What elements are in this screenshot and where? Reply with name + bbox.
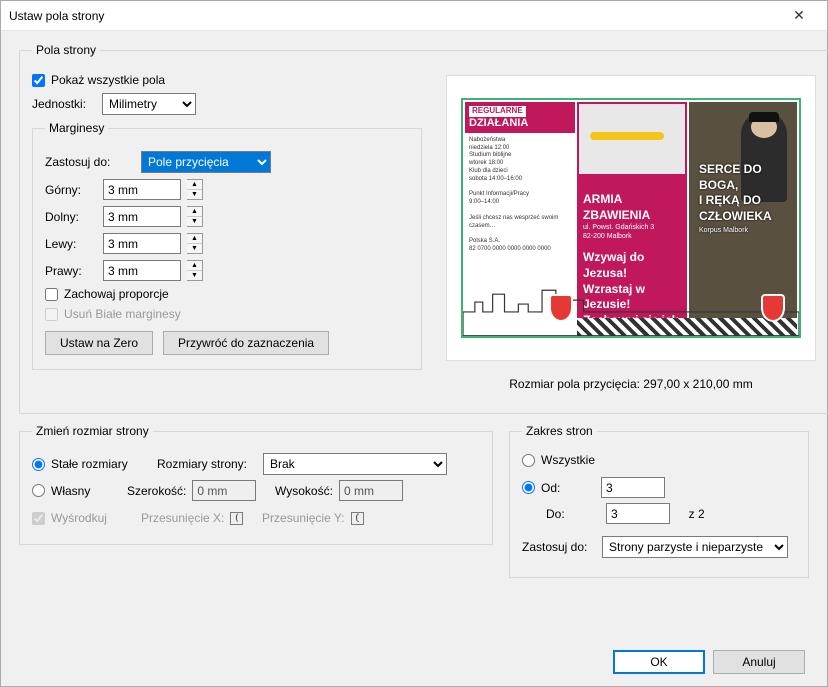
- center-label: Wyśrodkuj: [51, 511, 135, 525]
- margin-top-input[interactable]: [103, 179, 181, 200]
- margin-bottom-input[interactable]: [103, 206, 181, 227]
- margins-group: Marginesy Zastosuj do: Pole przycięcia G…: [32, 121, 422, 370]
- center-checkbox: [32, 512, 45, 525]
- page-fields-legend: Pola strony: [32, 43, 100, 57]
- margins-legend: Marginesy: [45, 121, 108, 135]
- page-fields-group: Pola strony Pokaż wszystkie pola Jednost…: [19, 43, 828, 414]
- close-icon[interactable]: ✕: [779, 7, 819, 24]
- keep-proportions-label: Zachowaj proporcje: [64, 287, 169, 301]
- custom-size-radio[interactable]: [32, 484, 45, 497]
- preview-castle: [463, 282, 799, 336]
- keep-proportions-checkbox[interactable]: [45, 288, 58, 301]
- remove-white-row: Usuń Białe marginesy: [45, 307, 409, 321]
- cancel-button[interactable]: Anuluj: [713, 650, 805, 674]
- margin-left-spinner[interactable]: ▲▼: [187, 233, 203, 254]
- width-label: Szerokość:: [127, 484, 186, 498]
- units-select[interactable]: Milimetry: [102, 93, 196, 115]
- fixed-size-label: Stałe rozmiary: [51, 457, 151, 471]
- range-to-input[interactable]: [606, 503, 670, 524]
- page-range-legend: Zakres stron: [522, 424, 597, 438]
- height-input: [339, 480, 403, 501]
- dialog-window: Ustaw pola strony ✕ Pola strony Pokaż ws…: [0, 0, 828, 687]
- keep-proportions-row: Zachowaj proporcje: [45, 287, 409, 301]
- margin-left-input[interactable]: [103, 233, 181, 254]
- offset-y-label: Przesunięcie Y:: [262, 511, 345, 525]
- margin-bottom-label: Dolny:: [45, 210, 97, 224]
- window-title: Ustaw pola strony: [9, 9, 779, 23]
- custom-size-label: Własny: [51, 484, 121, 498]
- page-preview: REGULARNE DZIAŁANIA Nabożeństwaniedziela…: [446, 75, 816, 361]
- preview-map: [579, 104, 685, 174]
- range-to-label: Do:: [546, 507, 600, 521]
- margin-bottom-spinner[interactable]: ▲▼: [187, 206, 203, 227]
- margin-right-spinner[interactable]: ▲▼: [187, 260, 203, 281]
- apply-to-label: Zastosuj do:: [45, 155, 135, 169]
- range-all-radio[interactable]: [522, 454, 535, 467]
- range-from-input[interactable]: [601, 477, 665, 498]
- offset-x-label: Przesunięcie X:: [141, 511, 224, 525]
- range-from-label: Od:: [541, 481, 595, 495]
- remove-white-checkbox: [45, 308, 58, 321]
- restore-selection-button[interactable]: Przywróć do zaznaczenia: [163, 331, 329, 355]
- preview-caption: Rozmiar pola przycięcia: 297,00 x 210,00…: [446, 377, 816, 391]
- margin-top-label: Górny:: [45, 183, 97, 197]
- set-zero-button[interactable]: Ustaw na Zero: [45, 331, 153, 355]
- shield-icon: [549, 294, 573, 322]
- margin-right-label: Prawy:: [45, 264, 97, 278]
- range-apply-label: Zastosuj do:: [522, 540, 596, 554]
- resize-group: Zmień rozmiar strony Stałe rozmiary Rozm…: [19, 424, 493, 545]
- margin-right-input[interactable]: [103, 260, 181, 281]
- range-all-label: Wszystkie: [541, 453, 595, 467]
- margin-left-label: Lewy:: [45, 237, 97, 251]
- range-total-label: z 2: [689, 507, 705, 521]
- resize-legend: Zmień rozmiar strony: [32, 424, 153, 438]
- units-label: Jednostki:: [32, 97, 96, 111]
- apply-to-select[interactable]: Pole przycięcia: [141, 151, 271, 173]
- show-all-fields-label: Pokaż wszystkie pola: [51, 73, 165, 87]
- show-all-fields-checkbox-row: Pokaż wszystkie pola: [32, 73, 422, 87]
- page-sizes-select[interactable]: Brak: [263, 453, 447, 475]
- remove-white-label: Usuń Białe marginesy: [64, 307, 181, 321]
- shield-icon: [761, 294, 785, 322]
- page-range-group: Zakres stron Wszystkie Od: Do:: [509, 424, 809, 578]
- ok-button[interactable]: OK: [613, 650, 705, 674]
- range-from-radio[interactable]: [522, 481, 535, 494]
- margin-top-spinner[interactable]: ▲▼: [187, 179, 203, 200]
- show-all-fields-checkbox[interactable]: [32, 74, 45, 87]
- dialog-content: Pola strony Pokaż wszystkie pola Jednost…: [1, 31, 827, 686]
- offset-y-input: [351, 512, 364, 525]
- height-label: Wysokość:: [275, 484, 333, 498]
- titlebar: Ustaw pola strony ✕: [1, 1, 827, 31]
- fixed-size-radio[interactable]: [32, 458, 45, 471]
- page-sizes-label: Rozmiary strony:: [157, 457, 257, 471]
- width-input: [192, 480, 256, 501]
- offset-x-input: [230, 512, 243, 525]
- range-apply-select[interactable]: Strony parzyste i nieparzyste: [602, 536, 788, 558]
